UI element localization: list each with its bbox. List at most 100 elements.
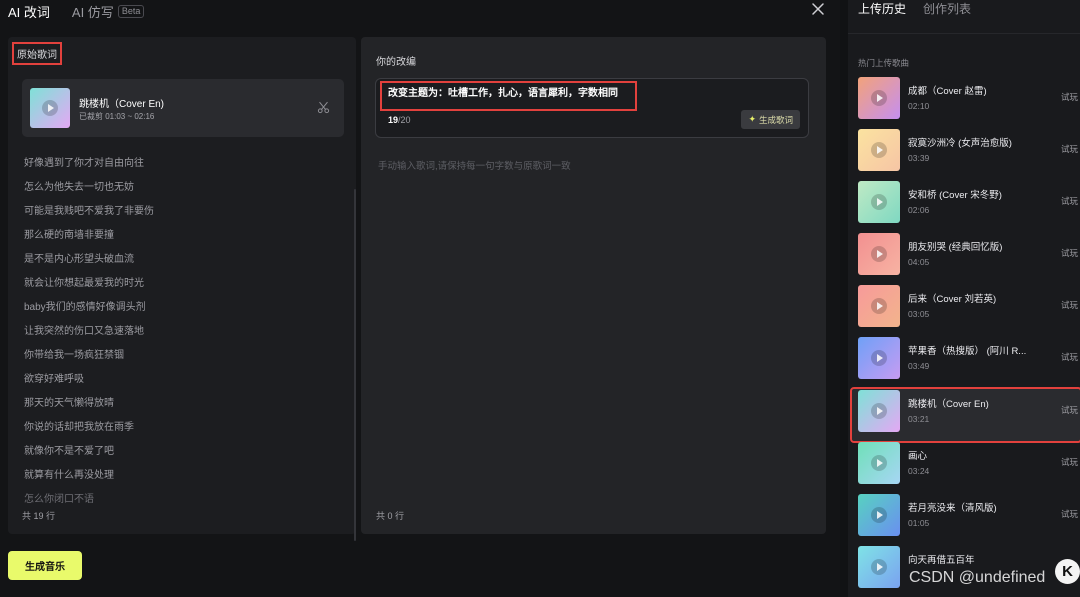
song-row[interactable]: 画心 03:24 试玩 <box>852 441 1080 493</box>
song-cover[interactable] <box>858 442 900 484</box>
tab-label: AI 仿写 <box>71 4 114 20</box>
play-icon <box>871 403 887 419</box>
lyric-line: 那天的天气懒得放晴 <box>24 398 114 409</box>
clip-range: 已裁剪 01:03 ~ 02:16 <box>79 112 155 121</box>
try-button[interactable]: 试玩 <box>1061 456 1078 468</box>
close-icon[interactable] <box>810 1 826 17</box>
try-button[interactable]: 试玩 <box>1061 143 1078 155</box>
generate-music-button[interactable]: 生成音乐 <box>8 551 82 580</box>
song-row[interactable]: 成都（Cover 赵雷) 02:10 试玩 <box>852 76 1080 128</box>
play-icon <box>871 194 887 210</box>
rewrite-prompt-input[interactable]: 改变主题为：吐槽工作，扎心，语言犀利，字数相同 <box>380 81 637 111</box>
ai-lyrics-modal: AI 改词 AI 仿写 Beta 原始歌词 跳楼机（Cover En) 已裁剪 … <box>0 0 840 597</box>
song-title: 跳楼机（Cover En) <box>79 99 165 110</box>
song-cover[interactable] <box>858 233 900 275</box>
song-title: 若月亮没来（清风版) <box>908 503 997 514</box>
lyric-line: 就算有什么再没处理 <box>24 470 114 481</box>
play-icon <box>871 298 887 314</box>
song-title: 跳楼机（Cover En) <box>908 399 989 410</box>
original-lyrics-panel: 原始歌词 跳楼机（Cover En) 已裁剪 01:03 ~ 02:16 好像遇… <box>8 37 356 541</box>
song-cover[interactable] <box>858 494 900 536</box>
song-row[interactable]: 寂寞沙洲冷 (女声治愈版) 03:39 试玩 <box>852 128 1080 180</box>
song-cover[interactable] <box>858 181 900 223</box>
play-icon <box>871 507 887 523</box>
song-title: 向天再借五百年 <box>908 555 975 566</box>
play-icon <box>42 100 58 116</box>
song-title: 朋友别哭 (经典回忆版) <box>908 242 1003 253</box>
song-duration: 03:05 <box>908 309 930 319</box>
manual-lyrics-input[interactable]: 手动输入歌词,请保持每一句字数与原歌词一致 <box>378 158 571 172</box>
song-cover[interactable] <box>858 546 900 588</box>
counter-current: 19 <box>388 115 399 125</box>
counter-max: /20 <box>398 115 411 125</box>
song-cover[interactable] <box>858 129 900 171</box>
song-duration: 02:10 <box>908 101 930 111</box>
lyric-line: baby我们的感情好像调头剂 <box>24 302 146 313</box>
song-duration: 03:39 <box>908 153 930 163</box>
try-button[interactable]: 试玩 <box>1061 247 1078 259</box>
song-duration: 03:49 <box>908 361 930 371</box>
song-title: 画心 <box>908 451 928 462</box>
song-duration: 02:06 <box>908 205 930 215</box>
song-title: 成都（Cover 赵雷) <box>908 86 987 97</box>
tab-label: AI 改词 <box>8 4 50 20</box>
hot-songs-heading: 热门上传歌曲 <box>858 58 910 68</box>
mode-tabs: AI 改词 AI 仿写 Beta <box>8 0 145 22</box>
try-button[interactable]: 试玩 <box>1061 351 1078 363</box>
song-title: 安和桥 (Cover 宋冬野) <box>908 190 1002 201</box>
try-button[interactable]: 试玩 <box>1061 299 1078 311</box>
song-duration: 03:24 <box>908 466 930 476</box>
play-icon <box>871 90 887 106</box>
lyric-line: 就会让你想起最爱我的时光 <box>24 278 144 289</box>
try-button[interactable]: 试玩 <box>1061 508 1078 520</box>
k-logo: K <box>1055 559 1080 584</box>
song-cover[interactable] <box>858 337 900 379</box>
lyric-line: 你说的话却把我放在雨季 <box>24 422 134 433</box>
song-row[interactable]: 后来（Cover 刘若英) 03:05 试玩 <box>852 284 1080 336</box>
selected-song-card: 跳楼机（Cover En) 已裁剪 01:03 ~ 02:16 <box>22 79 344 137</box>
rewrite-line-count: 共 0 行 <box>376 511 405 521</box>
lyric-line: 你带给我一场疯狂禁锢 <box>24 350 124 361</box>
original-lyrics-title: 原始歌词 <box>12 42 62 65</box>
sidebar-divider <box>848 33 1080 34</box>
original-lyrics-list: 好像遇到了你才对自由向往 怎么为他失去一切也无妨 可能是我贱吧不爱我了非要伤 那么硬的… <box>24 157 339 517</box>
song-cover[interactable] <box>858 390 900 432</box>
song-duration: 01:05 <box>908 518 930 528</box>
song-row[interactable]: 苹果香（热搜版） (阿川 R... 03:49 试玩 <box>852 336 1080 388</box>
play-icon <box>871 142 887 158</box>
rewrite-panel: 你的改编 改变主题为：吐槽工作，扎心，语言犀利，字数相同 19/20 ✦ 生成歌… <box>361 37 826 534</box>
song-duration: 03:21 <box>908 414 930 424</box>
song-row[interactable]: 安和桥 (Cover 宋冬野) 02:06 试玩 <box>852 180 1080 232</box>
generate-lyrics-button[interactable]: ✦ 生成歌词 <box>741 110 800 129</box>
song-cover[interactable] <box>858 285 900 327</box>
song-duration: 04:05 <box>908 257 930 267</box>
play-icon <box>871 559 887 575</box>
lyric-line: 怎么为他失去一切也无妨 <box>24 182 134 193</box>
try-button[interactable]: 试玩 <box>1061 91 1078 103</box>
song-cover[interactable] <box>30 88 70 128</box>
rewrite-title: 你的改编 <box>376 57 416 68</box>
tab-creation-list[interactable]: 创作列表 <box>923 0 971 16</box>
song-title: 寂寞沙洲冷 (女声治愈版) <box>908 138 1012 149</box>
sidebar-tabs: 上传历史 创作列表 <box>858 0 971 16</box>
song-row[interactable]: 若月亮没来（清风版) 01:05 试玩 <box>852 493 1080 545</box>
tab-upload-history[interactable]: 上传历史 <box>858 0 906 16</box>
lyrics-scrollbar[interactable] <box>354 189 356 541</box>
lyric-line: 怎么你闭口不语 <box>24 494 94 505</box>
song-cover[interactable] <box>858 77 900 119</box>
try-button[interactable]: 试玩 <box>1061 195 1078 207</box>
song-row[interactable]: 跳楼机（Cover En) 03:21 试玩 <box>850 387 1080 443</box>
prompt-char-counter: 19/20 <box>388 115 411 125</box>
lyric-line: 欲穿好难呼吸 <box>24 374 84 385</box>
original-line-count: 共 19 行 <box>22 511 56 521</box>
lyric-line: 是不是内心形望头破血流 <box>24 254 134 265</box>
tab-ai-rewrite[interactable]: AI 改词 <box>8 2 50 21</box>
song-title: 后来（Cover 刘若英) <box>908 294 997 305</box>
play-icon <box>871 455 887 471</box>
song-row[interactable]: 朋友别哭 (经典回忆版) 04:05 试玩 <box>852 232 1080 284</box>
lyric-line: 那么硬的南墙非要撞 <box>24 230 114 241</box>
play-icon <box>871 350 887 366</box>
try-button[interactable]: 试玩 <box>1061 404 1078 416</box>
tab-ai-imitate[interactable]: AI 仿写 Beta <box>71 2 145 21</box>
scissors-icon[interactable] <box>317 101 330 114</box>
